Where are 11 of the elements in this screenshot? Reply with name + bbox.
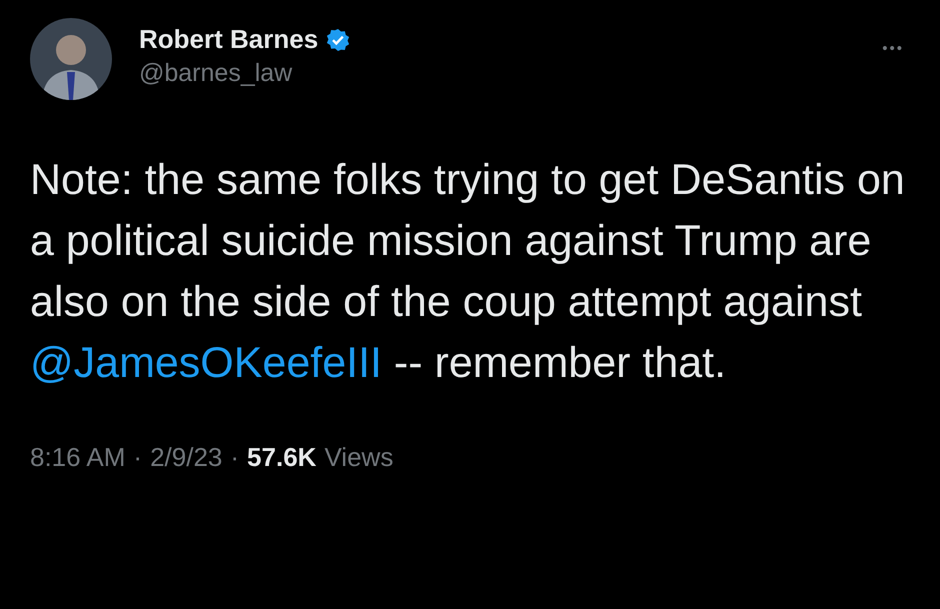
tweet-text: Note: the same folks trying to get DeSantis on a political suicide mission against Trump are also on the side of the coup attempt against @JamesOKeefeIII -- remember that. — [30, 155, 905, 389]
tweet-date[interactable]: 2/9/23 — [150, 442, 222, 473]
author-handle[interactable]: @barnes_law — [139, 59, 856, 88]
separator: · — [230, 442, 240, 473]
separator: · — [133, 442, 142, 473]
mention-link[interactable]: @JamesOKeefeIII — [30, 339, 382, 387]
author-name[interactable]: Robert Barnes — [139, 24, 318, 55]
views-label: Views — [324, 442, 394, 473]
more-button[interactable]: ••• — [882, 40, 904, 57]
views-count: 57.6K — [247, 442, 316, 473]
tweet-time[interactable]: 8:16 AM — [30, 442, 126, 473]
